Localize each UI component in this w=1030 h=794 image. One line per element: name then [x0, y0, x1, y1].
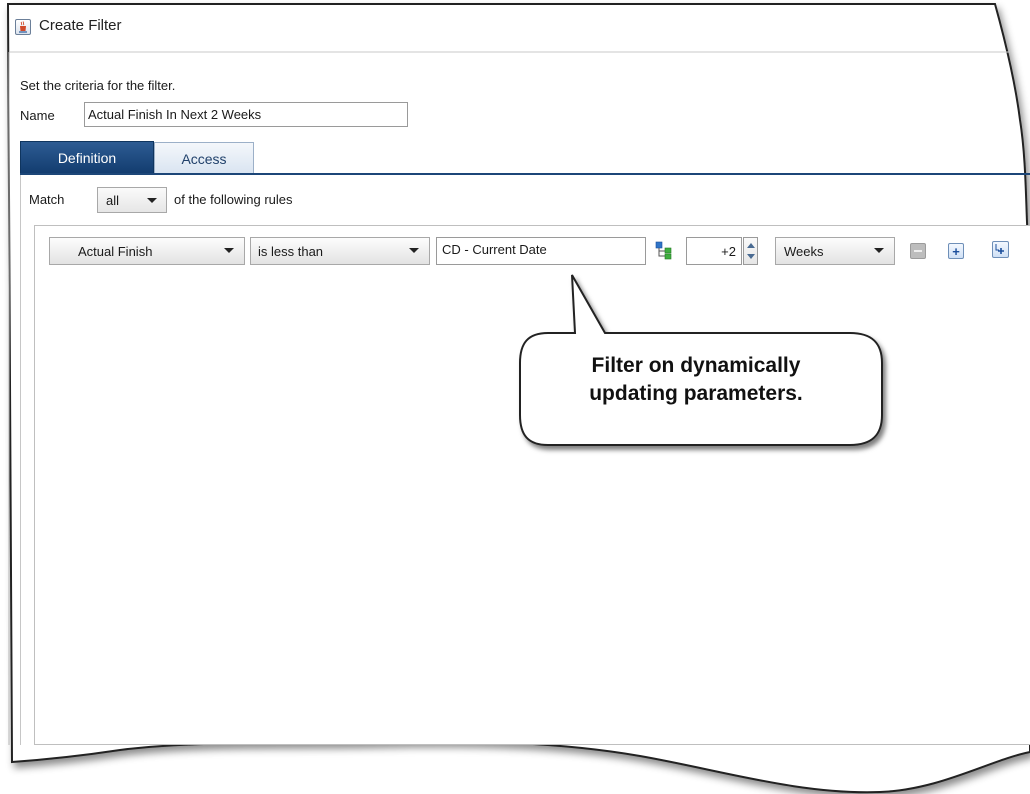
add-rule-button[interactable]: + [948, 243, 964, 259]
chevron-down-icon [147, 198, 157, 203]
offset-field[interactable]: +2 [686, 237, 742, 265]
rule-operator-value: is less than [258, 243, 324, 259]
spinner-down-icon[interactable] [747, 254, 755, 259]
spinner-up-icon[interactable] [747, 243, 755, 248]
offset-value: +2 [721, 243, 736, 259]
plus-icon: + [952, 243, 960, 259]
rule-field-select[interactable]: Actual Finish [49, 237, 245, 265]
tab-access[interactable]: Access [154, 142, 254, 174]
rule-unit-select[interactable]: Weeks [775, 237, 895, 265]
match-mode-select[interactable]: all [97, 187, 167, 213]
callout-line-2: updating parameters. [589, 382, 803, 405]
content-left-border [20, 175, 21, 745]
add-group-icon [995, 244, 1004, 254]
add-rule-group-button[interactable] [992, 241, 1009, 258]
match-suffix-label: of the following rules [174, 192, 293, 207]
window-title: Create Filter [39, 17, 122, 34]
rule-value-text: CD - Current Date [442, 242, 547, 257]
callout-text: Filter on dynamically updating parameter… [538, 352, 854, 408]
rule-value-field[interactable]: CD - Current Date [436, 237, 646, 265]
rule-field-value: Actual Finish [78, 243, 153, 259]
rules-panel [34, 225, 1030, 745]
rule-operator-select[interactable]: is less than [250, 237, 430, 265]
minus-icon [914, 250, 922, 252]
chevron-down-icon [874, 248, 884, 253]
name-field[interactable] [84, 102, 408, 127]
remove-rule-button[interactable] [910, 243, 926, 259]
parameter-tree-icon[interactable] [654, 241, 674, 261]
chevron-down-icon [224, 248, 234, 253]
chevron-down-icon [409, 248, 419, 253]
rule-unit-value: Weeks [784, 243, 824, 259]
tab-definition[interactable]: Definition [20, 141, 154, 174]
callout-line-1: Filter on dynamically [591, 354, 801, 377]
tab-underline [20, 173, 1030, 175]
offset-spinner[interactable] [743, 237, 758, 265]
match-mode-value: all [106, 192, 120, 208]
match-label: Match [29, 192, 65, 207]
tab-definition-label: Definition [57, 150, 117, 166]
java-cup-icon [15, 19, 31, 35]
tab-access-label: Access [181, 150, 227, 167]
instructions-text: Set the criteria for the filter. [20, 78, 176, 93]
name-label: Name [20, 108, 55, 123]
